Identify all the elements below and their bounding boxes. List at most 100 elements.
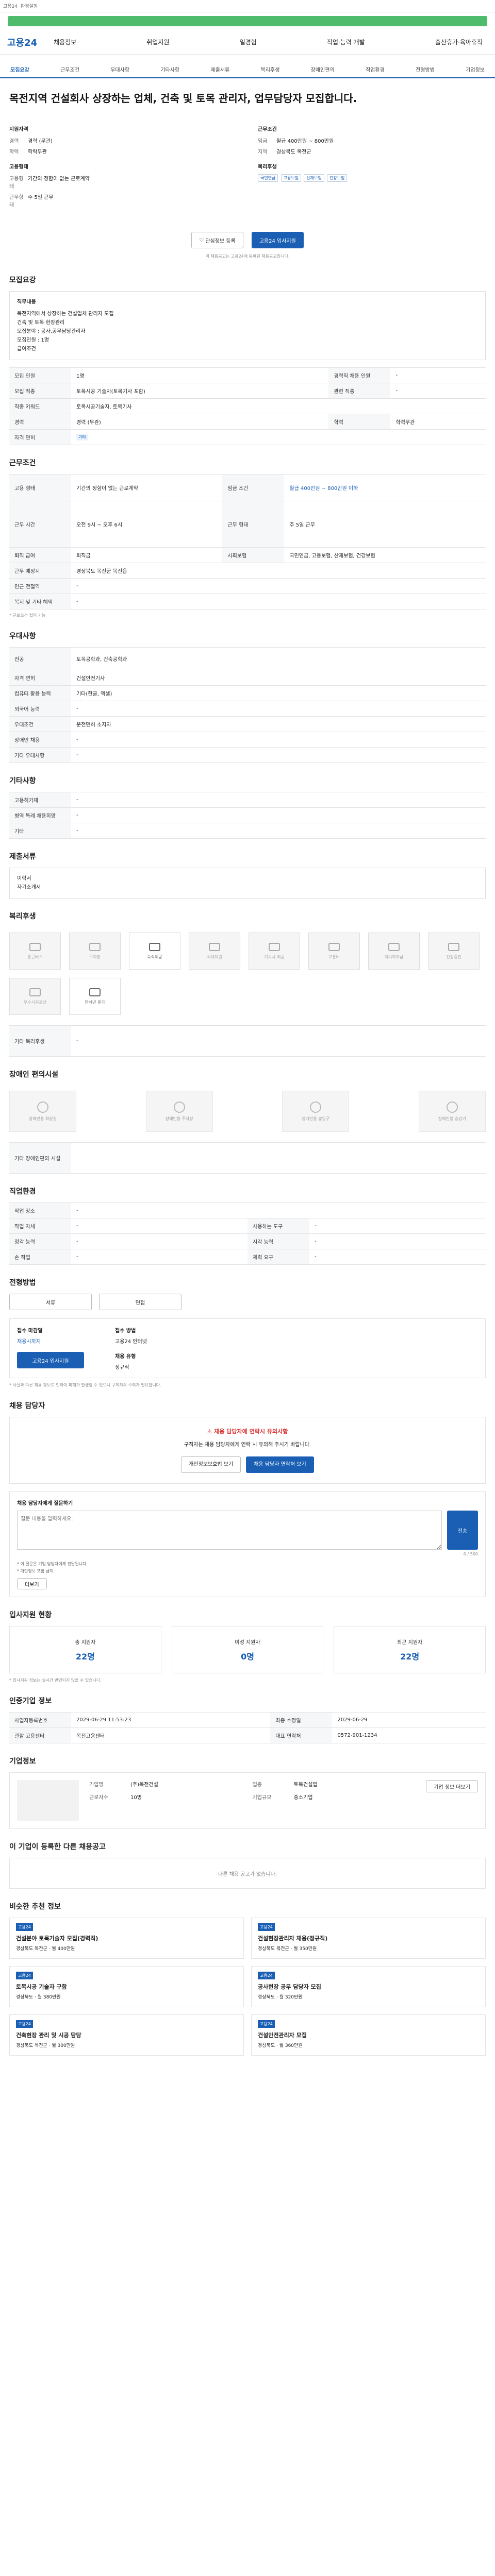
welfare-card-label: 안식년 휴가 bbox=[85, 999, 105, 1005]
apply-button-2[interactable]: 고용24 입사지원 bbox=[17, 1352, 84, 1368]
recent-item[interactable]: 고용24 건축현장 관리 및 시공 담당 경상북도 목전군 · 월 300만원 bbox=[9, 2014, 244, 2056]
table-row: 근무 시간 오전 9시 ~ 오후 6시 근무 형태 주 5일 근무 bbox=[9, 501, 486, 548]
section-contact: 채용 담당자 ⚠ 채용 담당자에 연락시 유의사항 구직자는 채용 담당자에게 … bbox=[0, 1400, 495, 1597]
health-icon bbox=[448, 942, 459, 951]
tab-disabled[interactable]: 장애인편의 bbox=[311, 65, 335, 73]
nav-item[interactable]: 직업·능력 개발 bbox=[327, 38, 365, 46]
cell-value: 기타(한글, 엑셀) bbox=[71, 685, 486, 701]
value: (주)목전건설 bbox=[130, 1782, 158, 1788]
table-row: 퇴직 급여 퇴직금 사회보험 국민연금, 고용보험, 산재보험, 건강보험 bbox=[9, 547, 486, 563]
more-button[interactable]: 더보기 bbox=[17, 1578, 47, 1589]
label: 경력 bbox=[9, 139, 19, 144]
docs-box: 이력서 자기소개서 bbox=[9, 868, 486, 899]
cell-value: 운전면허 소지자 bbox=[71, 716, 486, 732]
value: 월급 400만원 ~ 800만원 bbox=[276, 139, 334, 144]
type-value: 정규직 bbox=[115, 1365, 129, 1370]
warning-title: ⚠ 채용 담당자에 연락시 유의사항 bbox=[20, 1428, 475, 1436]
recent-item[interactable]: 고용24 토목시공 기술자 구함 경상북도 · 월 380만원 bbox=[9, 1966, 244, 2007]
cell-value: - bbox=[390, 367, 486, 383]
tab-env[interactable]: 직업환경 bbox=[366, 65, 385, 73]
cell-label: 경력 bbox=[9, 414, 71, 430]
cell-label: 체력 요구 bbox=[248, 1249, 309, 1265]
nav-item[interactable]: 채용정보 bbox=[54, 38, 76, 46]
summary-row: 근무형태 주 5일 근무 bbox=[9, 193, 237, 208]
stat-card: 최근 지원자 22명 bbox=[334, 1626, 486, 1673]
cell-value: - bbox=[71, 1202, 486, 1218]
tab-recruit[interactable]: 모집요강 bbox=[10, 65, 29, 73]
cell-label: 직종 키워드 bbox=[9, 398, 71, 414]
section-title: 입사지원 현황 bbox=[9, 1611, 52, 1619]
cell-label: 컴퓨터 활용 능력 bbox=[9, 685, 71, 701]
recent-meta: 경상북도 · 월 380만원 bbox=[16, 1995, 61, 2000]
table-row: 외국어 능력 - bbox=[9, 701, 486, 717]
job-actions: ♡ 관심정보 등록 고용24 입사지원 bbox=[9, 232, 486, 248]
section-title: 근무조건 bbox=[9, 459, 36, 467]
disabled-cards: 장애인용 화장실 장애인용 주차장 장애인용 출입구 장애인용 승강기 bbox=[9, 1086, 486, 1137]
inquiry-textarea[interactable] bbox=[17, 1511, 442, 1550]
section-etc: 기타사항 고용허가제 - 병역 특례 채용희망 - 기타 - bbox=[0, 775, 495, 839]
footer-space bbox=[0, 2056, 495, 2133]
welfare-card-label: 자녀학자금 bbox=[384, 954, 404, 959]
facility-label: 장애인용 승강기 bbox=[438, 1116, 466, 1121]
cell-value: 기간의 정함이 없는 근로계약 bbox=[71, 474, 223, 501]
toilet-icon bbox=[37, 1101, 48, 1113]
warning-actions: 개인정보보호법 보기 채용 담당자 연락처 보기 bbox=[20, 1456, 475, 1473]
doc-item: 자기소개서 bbox=[17, 885, 41, 890]
nav-item[interactable]: 일경험 bbox=[240, 38, 257, 46]
recent-item[interactable]: 고용24 건설분야 토목기술자 모집(경력직) 경상북도 목전군 · 월 400만원 bbox=[9, 1918, 244, 1959]
warning-notice: 채용 담당자에 연락시 유의사항 bbox=[214, 1428, 288, 1435]
license-badge: 기타 bbox=[76, 434, 88, 440]
inquiry-send-button[interactable]: 전송 bbox=[447, 1511, 478, 1550]
topbar-tab[interactable]: 환경설정 bbox=[21, 3, 38, 9]
tab-welfare[interactable]: 복리후생 bbox=[261, 65, 280, 73]
award-icon bbox=[29, 988, 41, 996]
tab-company[interactable]: 기업정보 bbox=[466, 65, 485, 73]
cell-value bbox=[71, 1142, 486, 1174]
table-row: 작업 자세 - 사용하는 도구 - bbox=[9, 1218, 486, 1234]
method-col: 접수 방법 고용24 인터넷 채용 유형 정규직 bbox=[115, 1326, 147, 1370]
label: 근무형태 bbox=[9, 195, 24, 208]
company-more-button[interactable]: 기업 정보 더보기 bbox=[426, 1780, 478, 1792]
cell-label: 관할 고용센터 bbox=[9, 1727, 71, 1743]
recent-item[interactable]: 고용24 공사현장 공무 담당자 모집 경상북도 · 월 320만원 bbox=[251, 1966, 486, 2007]
privacy-button[interactable]: 개인정보보호법 보기 bbox=[181, 1456, 241, 1473]
tab-screen[interactable]: 전형방법 bbox=[416, 65, 435, 73]
stat-value: 0명 bbox=[241, 1651, 254, 1662]
topbar-tab[interactable]: 고용24 bbox=[3, 3, 18, 9]
site-logo[interactable]: 고용24 bbox=[7, 36, 54, 49]
inquiry-panel: 채용 담당자에게 질문하기 전송 0 / 500 * 이 질문은 기업 담당자에… bbox=[9, 1491, 486, 1597]
tab-etc[interactable]: 기타사항 bbox=[160, 65, 179, 73]
cell-label: 모집 직종 bbox=[9, 383, 71, 399]
welfare-card: 주차장 bbox=[69, 933, 121, 970]
cell-value: 2029-06-29 bbox=[332, 1712, 486, 1728]
heart-icon: ♡ bbox=[199, 237, 206, 243]
stat-value: 22명 bbox=[75, 1651, 95, 1662]
section-title: 채용 담당자 bbox=[9, 1402, 45, 1410]
browser-topbar: 고용24 환경설정 bbox=[0, 0, 495, 12]
cell-label: 대표 연락처 bbox=[270, 1727, 333, 1743]
contact-button[interactable]: 채용 담당자 연락처 보기 bbox=[246, 1456, 314, 1473]
cell-label: 기타 bbox=[9, 823, 71, 839]
disabled-other-table: 기타 장애인편의 시설 bbox=[9, 1142, 486, 1174]
others-empty: 다른 채용 공고가 없습니다. bbox=[9, 1858, 486, 1889]
cell-label: 경력직 채용 인원 bbox=[328, 367, 391, 383]
parking-icon bbox=[89, 942, 101, 951]
table-row: 전공 토목공학과, 건축공학과 bbox=[9, 647, 486, 670]
banner-bar[interactable] bbox=[8, 16, 487, 26]
nav-item[interactable]: 출산휴가·육아휴직 bbox=[435, 38, 483, 46]
welfare-card: 통근버스 bbox=[9, 933, 61, 970]
screen-steps: 서류 면접 bbox=[9, 1294, 486, 1310]
interest-button[interactable]: ♡ 관심정보 등록 bbox=[191, 232, 243, 248]
recent-meta: 경상북도 목전군 · 월 350만원 bbox=[258, 1946, 317, 1952]
tab-prefer[interactable]: 우대사항 bbox=[110, 65, 129, 73]
cell-value: 목전고용센터 bbox=[71, 1727, 271, 1743]
recent-item[interactable]: 고용24 건설현장관리자 채용(정규직) 경상북도 목전군 · 월 350만원 bbox=[251, 1918, 486, 1959]
cell-value: 경력 (무관) bbox=[71, 414, 329, 430]
apply-button[interactable]: 고용24 입사지원 bbox=[251, 232, 304, 248]
tab-docs[interactable]: 제출서류 bbox=[210, 65, 229, 73]
desc-line: 급여조건 bbox=[17, 346, 36, 352]
cell-label: 우대조건 bbox=[9, 716, 71, 732]
recent-item[interactable]: 고용24 건설안전관리자 모집 경상북도 · 월 360만원 bbox=[251, 2014, 486, 2056]
nav-item[interactable]: 취업지원 bbox=[146, 38, 169, 46]
tab-condition[interactable]: 근무조건 bbox=[60, 65, 79, 73]
